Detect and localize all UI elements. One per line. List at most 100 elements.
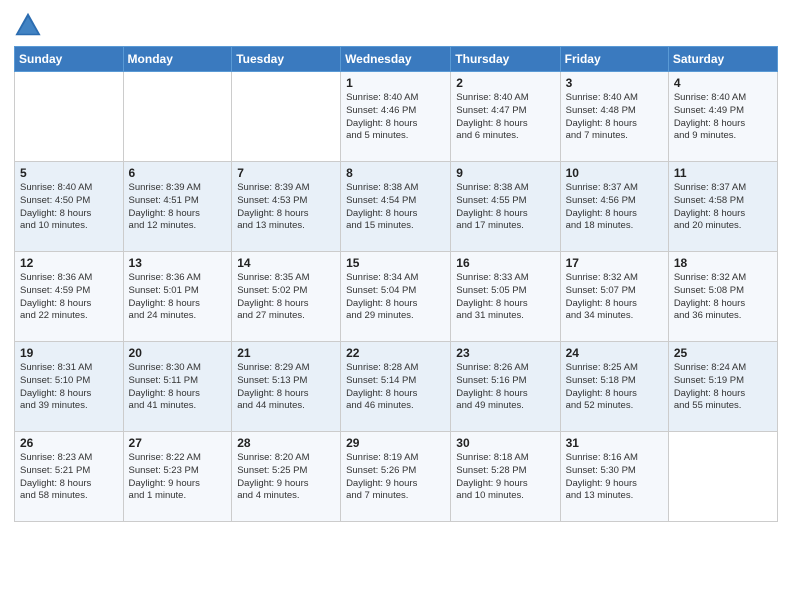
day-number: 6 bbox=[129, 166, 227, 180]
day-number: 21 bbox=[237, 346, 335, 360]
day-cell: 30 Sunrise: 8:18 AM Sunset: 5:28 PM Dayli… bbox=[451, 432, 560, 522]
page-container: SundayMondayTuesdayWednesdayThursdayFrid… bbox=[0, 0, 792, 532]
day-number: 30 bbox=[456, 436, 554, 450]
day-number: 1 bbox=[346, 76, 445, 90]
day-number: 11 bbox=[674, 166, 772, 180]
day-info: Sunrise: 8:29 AM Sunset: 5:13 PM Dayligh… bbox=[237, 362, 335, 413]
day-cell: 11 Sunrise: 8:37 AM Sunset: 4:58 PM Dayli… bbox=[668, 162, 777, 252]
day-cell: 12 Sunrise: 8:36 AM Sunset: 4:59 PM Dayli… bbox=[15, 252, 124, 342]
day-cell bbox=[123, 72, 232, 162]
day-info: Sunrise: 8:38 AM Sunset: 4:54 PM Dayligh… bbox=[346, 182, 445, 233]
day-info: Sunrise: 8:36 AM Sunset: 4:59 PM Dayligh… bbox=[20, 272, 118, 323]
day-cell: 18 Sunrise: 8:32 AM Sunset: 5:08 PM Dayli… bbox=[668, 252, 777, 342]
day-cell: 6 Sunrise: 8:39 AM Sunset: 4:51 PM Daylig… bbox=[123, 162, 232, 252]
day-number: 28 bbox=[237, 436, 335, 450]
day-info: Sunrise: 8:40 AM Sunset: 4:48 PM Dayligh… bbox=[566, 92, 663, 143]
day-number: 26 bbox=[20, 436, 118, 450]
day-cell: 23 Sunrise: 8:26 AM Sunset: 5:16 PM Dayli… bbox=[451, 342, 560, 432]
day-number: 29 bbox=[346, 436, 445, 450]
day-cell: 13Sunrise: 8:36 AM Sunset: 5:01 PM Dayli… bbox=[123, 252, 232, 342]
day-number: 27 bbox=[129, 436, 227, 450]
day-info: Sunrise: 8:23 AM Sunset: 5:21 PM Dayligh… bbox=[20, 452, 118, 503]
day-info: Sunrise: 8:20 AM Sunset: 5:25 PM Dayligh… bbox=[237, 452, 335, 503]
logo-icon bbox=[14, 10, 42, 38]
day-header-monday: Monday bbox=[123, 47, 232, 72]
day-header-sunday: Sunday bbox=[15, 47, 124, 72]
day-number: 23 bbox=[456, 346, 554, 360]
day-header-thursday: Thursday bbox=[451, 47, 560, 72]
day-info: Sunrise: 8:25 AM Sunset: 5:18 PM Dayligh… bbox=[566, 362, 663, 413]
day-info: Sunrise: 8:40 AM Sunset: 4:50 PM Dayligh… bbox=[20, 182, 118, 233]
day-info: Sunrise: 8:39 AM Sunset: 4:53 PM Dayligh… bbox=[237, 182, 335, 233]
day-info: Sunrise: 8:40 AM Sunset: 4:46 PM Dayligh… bbox=[346, 92, 445, 143]
day-header-saturday: Saturday bbox=[668, 47, 777, 72]
day-cell: 17 Sunrise: 8:32 AM Sunset: 5:07 PM Dayli… bbox=[560, 252, 668, 342]
day-number: 3 bbox=[566, 76, 663, 90]
day-cell: 31 Sunrise: 8:16 AM Sunset: 5:30 PM Dayli… bbox=[560, 432, 668, 522]
day-info: Sunrise: 8:32 AM Sunset: 5:07 PM Dayligh… bbox=[566, 272, 663, 323]
day-info: Sunrise: 8:18 AM Sunset: 5:28 PM Dayligh… bbox=[456, 452, 554, 503]
day-cell: 16 Sunrise: 8:33 AM Sunset: 5:05 PM Dayli… bbox=[451, 252, 560, 342]
day-info: Sunrise: 8:39 AM Sunset: 4:51 PM Dayligh… bbox=[129, 182, 227, 233]
day-cell: 4 Sunrise: 8:40 AM Sunset: 4:49 PM Daylig… bbox=[668, 72, 777, 162]
day-info: Sunrise: 8:38 AM Sunset: 4:55 PM Dayligh… bbox=[456, 182, 554, 233]
day-number: 25 bbox=[674, 346, 772, 360]
day-info: Sunrise: 8:37 AM Sunset: 4:58 PM Dayligh… bbox=[674, 182, 772, 233]
day-cell: 19Sunrise: 8:31 AM Sunset: 5:10 PM Dayli… bbox=[15, 342, 124, 432]
day-header-wednesday: Wednesday bbox=[341, 47, 451, 72]
day-info: Sunrise: 8:33 AM Sunset: 5:05 PM Dayligh… bbox=[456, 272, 554, 323]
week-row-1: 1 Sunrise: 8:40 AM Sunset: 4:46 PM Daylig… bbox=[15, 72, 778, 162]
day-info: Sunrise: 8:34 AM Sunset: 5:04 PM Dayligh… bbox=[346, 272, 445, 323]
day-info: Sunrise: 8:26 AM Sunset: 5:16 PM Dayligh… bbox=[456, 362, 554, 413]
day-info: Sunrise: 8:32 AM Sunset: 5:08 PM Dayligh… bbox=[674, 272, 772, 323]
day-number: 12 bbox=[20, 256, 118, 270]
day-info: Sunrise: 8:40 AM Sunset: 4:47 PM Dayligh… bbox=[456, 92, 554, 143]
week-row-3: 12 Sunrise: 8:36 AM Sunset: 4:59 PM Dayli… bbox=[15, 252, 778, 342]
day-cell: 21 Sunrise: 8:29 AM Sunset: 5:13 PM Dayli… bbox=[232, 342, 341, 432]
logo bbox=[14, 10, 46, 38]
day-cell: 10Sunrise: 8:37 AM Sunset: 4:56 PM Dayli… bbox=[560, 162, 668, 252]
day-cell: 22 Sunrise: 8:28 AM Sunset: 5:14 PM Dayli… bbox=[341, 342, 451, 432]
day-info: Sunrise: 8:19 AM Sunset: 5:26 PM Dayligh… bbox=[346, 452, 445, 503]
day-cell: 24 Sunrise: 8:25 AM Sunset: 5:18 PM Dayli… bbox=[560, 342, 668, 432]
day-cell: 25 Sunrise: 8:24 AM Sunset: 5:19 PM Dayli… bbox=[668, 342, 777, 432]
day-info: Sunrise: 8:16 AM Sunset: 5:30 PM Dayligh… bbox=[566, 452, 663, 503]
day-info: Sunrise: 8:40 AM Sunset: 4:49 PM Dayligh… bbox=[674, 92, 772, 143]
week-row-4: 19Sunrise: 8:31 AM Sunset: 5:10 PM Dayli… bbox=[15, 342, 778, 432]
calendar: SundayMondayTuesdayWednesdayThursdayFrid… bbox=[14, 46, 778, 522]
header bbox=[14, 10, 778, 38]
day-cell bbox=[668, 432, 777, 522]
day-number: 5 bbox=[20, 166, 118, 180]
day-number: 7 bbox=[237, 166, 335, 180]
day-number: 18 bbox=[674, 256, 772, 270]
day-cell: 15 Sunrise: 8:34 AM Sunset: 5:04 PM Dayli… bbox=[341, 252, 451, 342]
day-info: Sunrise: 8:30 AM Sunset: 5:11 PM Dayligh… bbox=[129, 362, 227, 413]
day-info: Sunrise: 8:35 AM Sunset: 5:02 PM Dayligh… bbox=[237, 272, 335, 323]
day-number: 9 bbox=[456, 166, 554, 180]
day-cell: 3 Sunrise: 8:40 AM Sunset: 4:48 PM Daylig… bbox=[560, 72, 668, 162]
day-number: 14 bbox=[237, 256, 335, 270]
day-number: 15 bbox=[346, 256, 445, 270]
day-number: 31 bbox=[566, 436, 663, 450]
day-info: Sunrise: 8:28 AM Sunset: 5:14 PM Dayligh… bbox=[346, 362, 445, 413]
day-number: 13 bbox=[129, 256, 227, 270]
day-number: 20 bbox=[129, 346, 227, 360]
day-cell: 27 Sunrise: 8:22 AM Sunset: 5:23 PM Dayli… bbox=[123, 432, 232, 522]
day-number: 16 bbox=[456, 256, 554, 270]
day-cell: 28 Sunrise: 8:20 AM Sunset: 5:25 PM Dayli… bbox=[232, 432, 341, 522]
day-header-tuesday: Tuesday bbox=[232, 47, 341, 72]
day-cell: 20 Sunrise: 8:30 AM Sunset: 5:11 PM Dayli… bbox=[123, 342, 232, 432]
day-cell: 26 Sunrise: 8:23 AM Sunset: 5:21 PM Dayli… bbox=[15, 432, 124, 522]
day-number: 4 bbox=[674, 76, 772, 90]
day-number: 24 bbox=[566, 346, 663, 360]
day-info: Sunrise: 8:22 AM Sunset: 5:23 PM Dayligh… bbox=[129, 452, 227, 503]
week-row-5: 26 Sunrise: 8:23 AM Sunset: 5:21 PM Dayli… bbox=[15, 432, 778, 522]
day-cell: 14 Sunrise: 8:35 AM Sunset: 5:02 PM Dayli… bbox=[232, 252, 341, 342]
day-cell bbox=[232, 72, 341, 162]
day-number: 8 bbox=[346, 166, 445, 180]
day-number: 17 bbox=[566, 256, 663, 270]
day-cell: 2Sunrise: 8:40 AM Sunset: 4:47 PM Daylig… bbox=[451, 72, 560, 162]
day-info: Sunrise: 8:24 AM Sunset: 5:19 PM Dayligh… bbox=[674, 362, 772, 413]
day-cell: 7 Sunrise: 8:39 AM Sunset: 4:53 PM Daylig… bbox=[232, 162, 341, 252]
day-number: 22 bbox=[346, 346, 445, 360]
